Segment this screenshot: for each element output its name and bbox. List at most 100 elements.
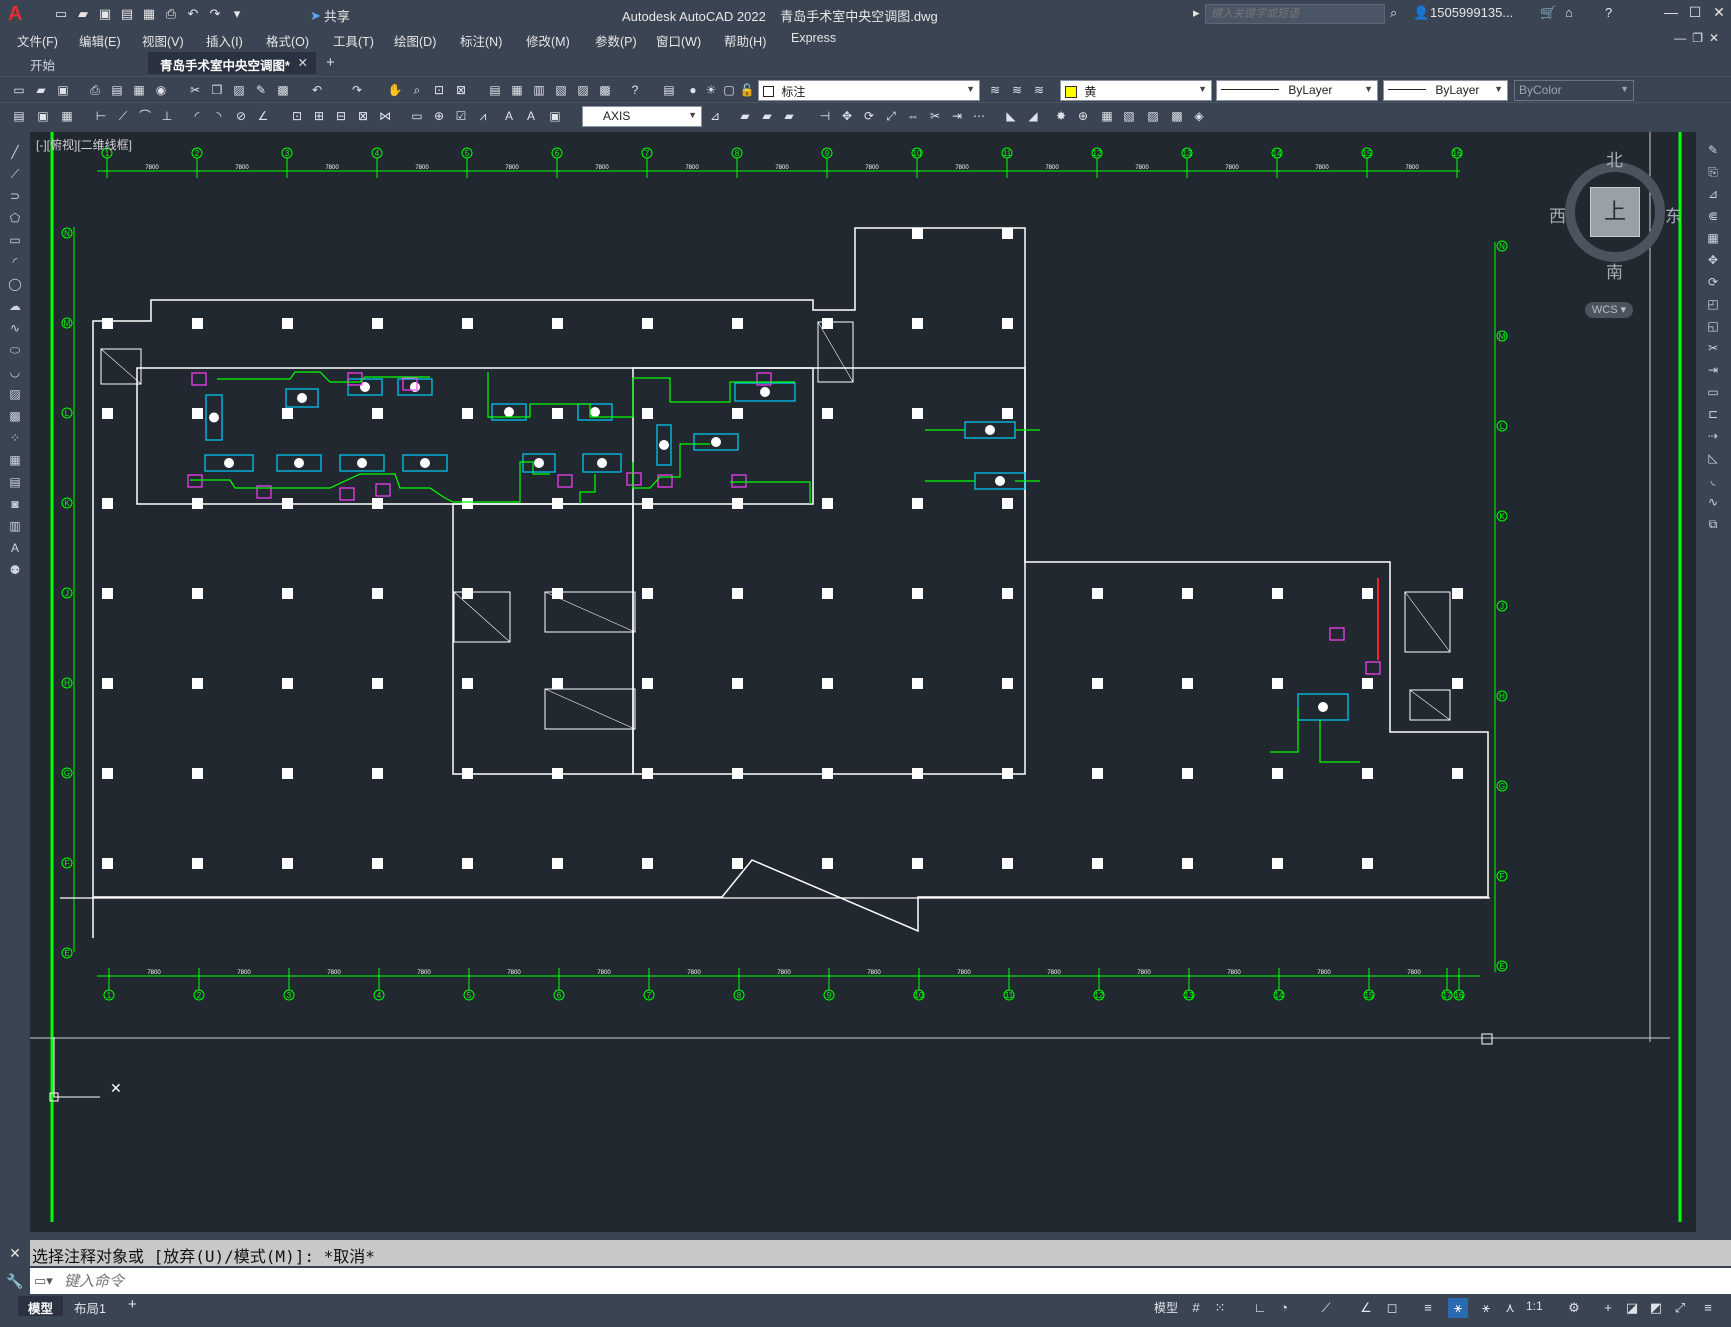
help-icon[interactable]: ? xyxy=(1605,5,1612,20)
join-icon[interactable]: ⇢ xyxy=(1705,428,1721,444)
expand-icon[interactable]: ▸ xyxy=(1193,5,1200,21)
join-icon[interactable]: ⊕ xyxy=(1074,107,1092,125)
aligned-dim-icon[interactable]: ⟋ xyxy=(114,107,132,125)
snap-icon[interactable]: ⁙ xyxy=(1210,1298,1230,1318)
plot-icon[interactable]: ⎙ xyxy=(86,81,104,99)
compass-north[interactable]: 北 xyxy=(1606,146,1623,171)
quick-properties-icon[interactable]: ◩ xyxy=(1646,1298,1666,1318)
annotation-monitor-icon[interactable]: + xyxy=(1598,1298,1618,1318)
extend-icon[interactable]: ⇥ xyxy=(948,107,966,125)
object-snap-icon[interactable]: ◻ xyxy=(1382,1298,1402,1318)
radius-dim-icon[interactable]: ◜ xyxy=(188,107,206,125)
offset-icon[interactable]: ⊣ xyxy=(816,107,834,125)
wcs-menu-button[interactable]: WCS ▾ xyxy=(1585,302,1633,318)
rotate-icon[interactable]: ⟳ xyxy=(860,107,878,125)
add-layout-icon[interactable]: + xyxy=(128,1296,137,1313)
add-selected-icon[interactable]: ⚉ xyxy=(7,562,23,578)
3dprint-icon[interactable]: ◉ xyxy=(152,81,170,99)
zoom-realtime-icon[interactable]: ⌕ xyxy=(408,81,426,99)
close-command-icon[interactable]: ✕ xyxy=(0,1240,30,1266)
spline-icon[interactable]: ∿ xyxy=(7,320,23,336)
osnap-tracking-icon[interactable]: ∠ xyxy=(1356,1298,1376,1318)
open-icon[interactable]: ▰ xyxy=(74,5,92,23)
lineweight-dropdown[interactable]: ByLayer ▼ xyxy=(1383,80,1508,101)
annotation-scale-icon[interactable]: ⋏ xyxy=(1500,1298,1520,1318)
chamfer-icon[interactable]: ◣ xyxy=(1002,107,1020,125)
customize-status-icon[interactable]: ≡ xyxy=(1698,1298,1718,1318)
jogged-linear-icon[interactable]: ⩘ xyxy=(474,107,492,125)
extend-icon[interactable]: ⇥ xyxy=(1705,362,1721,378)
recent-commands-icon[interactable]: ▭▾ xyxy=(34,1273,53,1289)
zoom-previous-icon[interactable]: ⊠ xyxy=(452,81,470,99)
menu-help[interactable]: 帮助(H) xyxy=(724,31,766,50)
lengthen-icon[interactable]: ◈ xyxy=(1190,107,1208,125)
zoom-window-icon[interactable]: ⊡ xyxy=(430,81,448,99)
menu-modify[interactable]: 修改(M) xyxy=(526,31,570,50)
center-mark-icon[interactable]: ⊕ xyxy=(430,107,448,125)
tool-palettes-icon[interactable]: ▥ xyxy=(530,81,548,99)
isodraft-icon[interactable]: ⟋ xyxy=(1316,1298,1336,1318)
cut-icon[interactable]: ✂ xyxy=(186,81,204,99)
align-icon[interactable]: ▩ xyxy=(1168,107,1186,125)
menu-tools[interactable]: 工具(T) xyxy=(333,31,374,50)
cart-icon[interactable]: 🛒 xyxy=(1540,5,1556,21)
array-icon[interactable]: ▦ xyxy=(1705,230,1721,246)
tab-active-drawing[interactable]: 青岛手术室中央空调图* ✕ xyxy=(148,52,316,74)
color-dropdown[interactable]: 黄 ▼ xyxy=(1060,80,1212,101)
document-window-controls[interactable]: —❐✕ xyxy=(1674,31,1725,45)
model-space-toggle[interactable]: 模型 xyxy=(1154,1299,1178,1316)
chamfer-icon[interactable]: ◺ xyxy=(1705,450,1721,466)
plotstyle-dropdown[interactable]: ByColor ▼ xyxy=(1514,80,1634,101)
arc-length-icon[interactable]: ⌒ xyxy=(136,107,154,125)
copy-icon[interactable]: ⎘ xyxy=(1705,164,1721,180)
draw-order-icon[interactable]: ▨ xyxy=(1144,107,1162,125)
grid-icon[interactable]: # xyxy=(1186,1298,1206,1318)
mirror-icon[interactable]: ▰ xyxy=(780,107,798,125)
arc-icon[interactable]: ◜ xyxy=(7,254,23,270)
customize-icon[interactable]: ▾ xyxy=(228,5,246,23)
viewcube-face-top[interactable]: 上 xyxy=(1590,187,1640,237)
save-icon[interactable]: ▣ xyxy=(96,5,114,23)
help-icon[interactable]: ? xyxy=(626,81,644,99)
rectangle-icon[interactable]: ▭ xyxy=(7,232,23,248)
dimstyle-dropdown[interactable]: AXIS ▼ xyxy=(582,106,702,127)
tab-model[interactable]: 模型 xyxy=(18,1296,64,1316)
inspection-icon[interactable]: ☑ xyxy=(452,107,470,125)
fillet-icon[interactable]: ◟ xyxy=(1705,472,1721,488)
saveas-icon[interactable]: ▤ xyxy=(118,5,136,23)
menu-dimension[interactable]: 标注(N) xyxy=(460,31,502,50)
array-icon[interactable]: ▦ xyxy=(1098,107,1116,125)
customize-command-icon[interactable]: 🔧 xyxy=(0,1268,30,1294)
rotate-icon[interactable]: ⟳ xyxy=(1705,274,1721,290)
maximize-button[interactable]: ☐ xyxy=(1683,4,1707,24)
break-icon[interactable]: ⊏ xyxy=(1705,406,1721,422)
menu-format[interactable]: 格式(O) xyxy=(266,31,309,50)
menu-edit[interactable]: 编辑(E) xyxy=(79,31,121,50)
make-current-layer-icon[interactable]: ≋ xyxy=(986,81,1004,99)
publish-icon[interactable]: ▦ xyxy=(140,5,158,23)
copy-object-icon[interactable]: ▰ xyxy=(758,107,776,125)
region-icon[interactable]: ◙ xyxy=(7,496,23,512)
ordinate-dim-icon[interactable]: ⊥ xyxy=(158,107,176,125)
tab-close-icon[interactable]: ✕ xyxy=(298,55,308,70)
menu-view[interactable]: 视图(V) xyxy=(142,31,184,50)
menu-window[interactable]: 窗口(W) xyxy=(656,31,701,50)
blend-icon[interactable]: ∿ xyxy=(1705,494,1721,510)
layer-dropdown[interactable]: 标注 ▼ xyxy=(758,80,980,101)
tab-layout1[interactable]: 布局1 xyxy=(64,1296,116,1316)
scale-icon[interactable]: ◰ xyxy=(1705,296,1721,312)
linear-dim-icon[interactable]: ⊢ xyxy=(92,107,110,125)
layer-tool-icon[interactable]: ▣ xyxy=(34,107,52,125)
viewport-controls-label[interactable]: [-][俯视][二维线框] xyxy=(36,136,132,153)
polyline-icon[interactable]: ⊃ xyxy=(7,188,23,204)
share-button[interactable]: ➤ 共享 xyxy=(310,6,350,25)
polar-icon[interactable]: ◔ xyxy=(1274,1298,1294,1318)
new-icon[interactable]: ▭ xyxy=(52,5,70,23)
units-icon[interactable]: ◪ xyxy=(1622,1298,1642,1318)
trim-icon[interactable]: ✂ xyxy=(926,107,944,125)
angular-dim-icon[interactable]: ∠ xyxy=(254,107,272,125)
circle-icon[interactable]: ◯ xyxy=(7,276,23,292)
break-icon[interactable]: ⋯ xyxy=(970,107,988,125)
mirror-icon[interactable]: ⊿ xyxy=(1705,186,1721,202)
construction-line-icon[interactable]: ⟋ xyxy=(7,166,23,182)
